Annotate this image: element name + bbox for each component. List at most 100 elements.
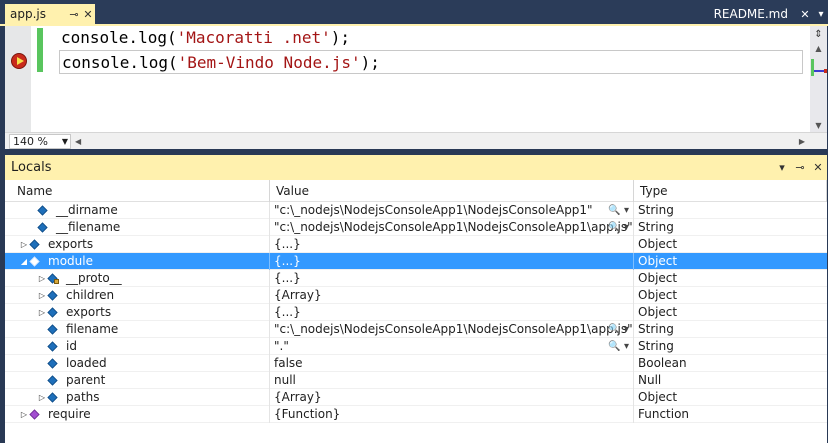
table-row[interactable]: filename "c:\_nodejs\NodejsConsoleApp1\N… <box>5 320 827 338</box>
variable-value[interactable]: {...} <box>274 254 301 268</box>
variable-value[interactable]: "c:\_nodejs\NodejsConsoleApp1\NodejsCons… <box>274 220 633 234</box>
variable-name: module <box>48 253 93 268</box>
table-row[interactable]: __dirname "c:\_nodejs\NodejsConsoleApp1\… <box>5 201 827 219</box>
expand-icon[interactable]: ▷ <box>19 406 29 423</box>
object-icon <box>37 221 48 233</box>
tab-menu-icon[interactable]: ▾ <box>814 9 828 20</box>
horizontal-scrollbar[interactable]: ◀ ▶ <box>75 134 805 149</box>
variable-name: loaded <box>66 355 107 370</box>
locals-title-bar[interactable]: Locals ▾ ⊸ ✕ <box>5 155 827 180</box>
variable-value[interactable]: "." <box>274 339 289 353</box>
expand-icon[interactable]: ▷ <box>19 236 29 253</box>
object-icon <box>37 204 48 216</box>
pin-icon[interactable]: ⊸ <box>791 161 809 174</box>
expand-icon[interactable]: ▷ <box>37 270 47 287</box>
close-icon[interactable]: ✕ <box>81 8 95 21</box>
visualizer-icon[interactable]: 🔍 ▾ <box>608 202 629 219</box>
private-object-icon <box>47 272 59 284</box>
object-icon <box>47 374 58 386</box>
variable-value[interactable]: false <box>274 356 303 370</box>
variable-value[interactable]: {Function} <box>274 407 340 421</box>
variable-value[interactable]: {...} <box>274 237 301 251</box>
variable-name: paths <box>66 389 100 404</box>
change-tracking-bar <box>37 28 43 72</box>
column-header-value[interactable]: Value <box>270 180 634 202</box>
zoom-dropdown[interactable]: 140 % ▼ <box>9 134 71 149</box>
function-icon <box>29 408 40 420</box>
breakpoint-marker <box>824 69 827 73</box>
table-row[interactable]: ▷ children {Array} Object <box>5 286 827 304</box>
tab-label: app.js <box>10 7 46 21</box>
variable-value[interactable]: {...} <box>274 271 301 285</box>
variable-type: Boolean <box>638 355 687 370</box>
pin-icon[interactable]: ⊸ <box>67 8 81 21</box>
table-row[interactable]: loaded false Boolean <box>5 354 827 372</box>
variable-name: parent <box>66 372 106 387</box>
variable-type: Object <box>638 270 678 285</box>
variable-name: id <box>66 338 77 353</box>
locals-window: Locals ▾ ⊸ ✕ Name Value Type __dirname "… <box>5 155 827 443</box>
object-icon <box>47 289 58 301</box>
table-row[interactable]: ▷ __proto__ {...} Object <box>5 269 827 287</box>
scroll-right-icon[interactable]: ▶ <box>799 134 805 149</box>
table-row[interactable]: parent null Null <box>5 371 827 389</box>
variable-name: exports <box>66 304 112 319</box>
window-title: Locals <box>11 160 52 175</box>
object-icon <box>47 357 58 369</box>
table-row[interactable]: ▷ require {Function} Function <box>5 405 827 423</box>
tab-app-js[interactable]: app.js ⊸ ✕ <box>5 4 95 24</box>
variable-type: Object <box>638 304 678 319</box>
split-icon[interactable]: ⇕ <box>812 28 825 42</box>
object-icon <box>29 238 40 250</box>
object-icon <box>47 340 58 352</box>
vertical-scrollbar[interactable]: ⇕ ▲ ▼ <box>810 26 827 132</box>
string-literal: 'Macoratti .net' <box>176 28 331 47</box>
table-row-selected[interactable]: ◢ module {...} Object <box>5 252 827 270</box>
expand-icon[interactable]: ▷ <box>37 287 47 304</box>
indicator-margin[interactable] <box>5 26 31 132</box>
tab-readme[interactable]: README.md ✕ ▾ <box>714 4 828 24</box>
editor-tab-strip: app.js ⊸ ✕ README.md ✕ ▾ <box>0 0 828 24</box>
table-row[interactable]: ▷ exports {...} Object <box>5 235 827 253</box>
variable-type: Object <box>638 389 678 404</box>
variable-value[interactable]: null <box>274 373 296 387</box>
variable-name: __proto__ <box>66 270 122 285</box>
visualizer-icon[interactable]: 🔍 ▾ <box>608 219 629 236</box>
column-header-name[interactable]: Name <box>5 180 270 202</box>
window-menu-icon[interactable]: ▾ <box>773 161 791 174</box>
scroll-up-icon[interactable]: ▲ <box>810 44 827 53</box>
variable-name: __dirname <box>56 202 118 217</box>
variable-type: Object <box>638 253 678 268</box>
variable-name: require <box>48 406 91 421</box>
close-icon[interactable]: ✕ <box>798 8 812 21</box>
variable-value[interactable]: "c:\_nodejs\NodejsConsoleApp1\NodejsCons… <box>274 203 593 217</box>
table-row[interactable]: __filename "c:\_nodejs\NodejsConsoleApp1… <box>5 218 827 236</box>
scroll-down-icon[interactable]: ▼ <box>810 121 827 130</box>
code-editor[interactable]: console.log('Macoratti .net'); console.l… <box>5 26 827 132</box>
variable-value[interactable]: "c:\_nodejs\NodejsConsoleApp1\NodejsCons… <box>274 322 633 336</box>
visualizer-icon[interactable]: 🔍 ▾ <box>608 321 629 338</box>
variable-name: exports <box>48 236 94 251</box>
variable-name: children <box>66 287 115 302</box>
locals-grid: Name Value Type __dirname "c:\_nodejs\No… <box>5 180 827 423</box>
object-icon <box>47 306 58 318</box>
editor-footer: 140 % ▼ ◀ ▶ <box>5 132 827 149</box>
scroll-left-icon[interactable]: ◀ <box>75 134 81 149</box>
collapse-icon[interactable]: ◢ <box>19 253 29 270</box>
expand-icon[interactable]: ▷ <box>37 304 47 321</box>
code-line[interactable]: console.log('Macoratti .net'); <box>53 26 805 50</box>
change-marker <box>811 59 814 76</box>
visualizer-icon[interactable]: 🔍 ▾ <box>608 338 629 355</box>
variable-value[interactable]: {Array} <box>274 288 322 302</box>
table-row[interactable]: ▷ exports {...} Object <box>5 303 827 321</box>
variable-value[interactable]: {...} <box>274 305 301 319</box>
code-text[interactable]: console.log('Macoratti .net'); console.l… <box>53 26 805 74</box>
close-icon[interactable]: ✕ <box>809 161 827 174</box>
expand-icon[interactable]: ▷ <box>37 389 47 406</box>
breakpoint-current-statement-icon[interactable] <box>11 53 27 69</box>
column-header-type[interactable]: Type <box>634 180 827 202</box>
table-row[interactable]: ▷ paths {Array} Object <box>5 388 827 406</box>
table-row[interactable]: id "." 🔍 ▾ String <box>5 337 827 355</box>
variable-value[interactable]: {Array} <box>274 390 322 404</box>
code-line-current[interactable]: console.log('Bem-Vindo Node.js'); <box>59 50 803 74</box>
